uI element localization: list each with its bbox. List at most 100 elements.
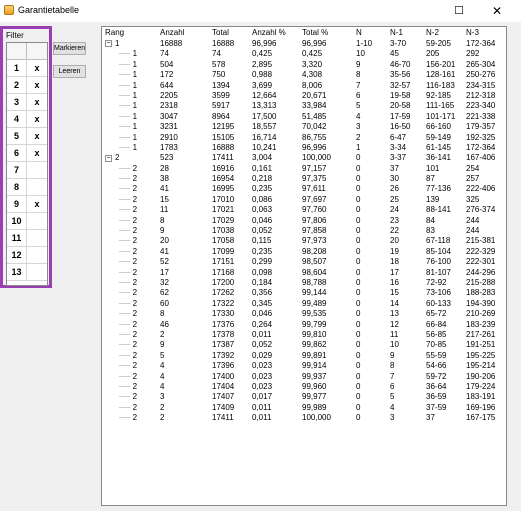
- n-cell: 3: [356, 122, 361, 132]
- table-row[interactable]: ── 2 11 17021 0,063 97,760 0 24 88-141 276-374: [102, 205, 506, 215]
- guarantee-table[interactable]: Rang Anzahl Total Anzahl % Total % N N-1…: [101, 26, 507, 506]
- filter-number: 9: [7, 196, 27, 212]
- table-row[interactable]: ── 1 172 750 0,988 4,308 8 35-56 128-161 250-276: [102, 70, 506, 80]
- total-cell: 17392: [212, 350, 235, 360]
- column-header[interactable]: Total: [212, 27, 229, 39]
- table-row[interactable]: ── 1 3047 8964 17,500 51,485 4 17-59 101-171 221…: [102, 112, 506, 122]
- filter-row[interactable]: 5x: [7, 128, 47, 145]
- leeren-button[interactable]: Leeren: [53, 65, 86, 78]
- filter-mark[interactable]: x: [27, 94, 47, 110]
- markieren-button[interactable]: Markieren: [53, 42, 86, 55]
- n2-cell: 81-107: [426, 267, 451, 277]
- table-row[interactable]: ── 2 8 17330 0,046 99,535 0 13 65-72 210-269: [102, 309, 506, 319]
- table-row[interactable]: ── 2 2 17378 0,011 99,810 0 11 56-85 217-261: [102, 330, 506, 340]
- filter-mark[interactable]: x: [27, 128, 47, 144]
- table-row[interactable]: ── 2 17 17168 0,098 98,604 0 17 81-107 244-296: [102, 268, 506, 278]
- filter-row[interactable]: 3x: [7, 94, 47, 111]
- filter-mark[interactable]: [27, 264, 47, 280]
- anzahl-cell: 4: [160, 361, 165, 371]
- table-row[interactable]: ── 2 5 17392 0,029 99,891 0 9 55-59 195-225: [102, 351, 506, 361]
- close-button[interactable]: ✕: [489, 3, 505, 19]
- table-row[interactable]: ── 2 28 16916 0,161 97,157 0 37 101 254: [102, 164, 506, 174]
- filter-row[interactable]: 6x: [7, 145, 47, 162]
- column-header[interactable]: N-2: [426, 27, 439, 39]
- table-row[interactable]: ── 1 644 1394 3,699 8,006 7 32-57 116-183 234-31…: [102, 81, 506, 91]
- filter-mark[interactable]: [27, 247, 47, 263]
- collapse-icon[interactable]: −: [105, 154, 112, 162]
- table-row[interactable]: ── 2 4 17396 0,023 99,914 0 8 54-66 195-214: [102, 361, 506, 371]
- total-pct-cell: 33,984: [302, 101, 327, 111]
- vertical-scrollbar[interactable]: [508, 27, 521, 506]
- table-row[interactable]: ── 2 9 17387 0,052 99,862 0 10 70-85 191-251: [102, 340, 506, 350]
- filter-mark[interactable]: [27, 179, 47, 195]
- group-row[interactable]: −2 523 17411 3,004 100,000 0 3-37 36-141 167-406: [102, 153, 506, 163]
- filter-row[interactable]: 11: [7, 230, 47, 247]
- filter-row[interactable]: 7: [7, 162, 47, 179]
- table-row[interactable]: ── 2 3 17407 0,017 99,977 0 5 36-59 183-191: [102, 392, 506, 402]
- column-header[interactable]: Total %: [302, 27, 328, 39]
- table-row[interactable]: ── 2 60 17322 0,345 99,489 0 14 60-133 194-390: [102, 299, 506, 309]
- anzahl-cell: 8: [160, 309, 165, 319]
- column-header[interactable]: Anzahl: [160, 27, 184, 39]
- total-pct-cell: 97,697: [302, 194, 327, 204]
- filter-row[interactable]: 12: [7, 247, 47, 264]
- table-row[interactable]: ── 2 4 17404 0,023 99,960 0 6 36-64 179-224: [102, 382, 506, 392]
- filter-mark[interactable]: x: [27, 60, 47, 76]
- filter-mark[interactable]: x: [27, 111, 47, 127]
- filter-grid[interactable]: 1 x 2 x 3 x 4 x 5 x 6 x 7 8 9 x 10 11 12 13: [6, 42, 48, 286]
- maximize-button[interactable]: ☐: [452, 4, 466, 18]
- table-row[interactable]: ── 2 20 17058 0,115 97,973 0 20 67-118 215-381: [102, 236, 506, 246]
- column-header[interactable]: N-1: [390, 27, 403, 39]
- filter-row[interactable]: 2x: [7, 77, 47, 94]
- table-row[interactable]: ── 1 2318 5917 13,313 33,984 5 20-58 111-165 223…: [102, 101, 506, 111]
- table-row[interactable]: ── 2 62 17262 0,356 99,144 0 15 73-106 188-283: [102, 288, 506, 298]
- table-row[interactable]: ── 1 504 578 2,895 3,320 9 46-70 156-201 265-304: [102, 60, 506, 70]
- rang-value: 1: [132, 49, 138, 59]
- anzahl-pct-cell: 17,500: [252, 111, 277, 121]
- table-row[interactable]: ── 2 8 17029 0,046 97,806 0 23 84 244: [102, 216, 506, 226]
- table-row[interactable]: ── 1 1783 16888 10,241 96,996 1 3-34 61-145 172-…: [102, 143, 506, 153]
- table-row[interactable]: ── 2 9 17038 0,052 97,858 0 22 83 244: [102, 226, 506, 236]
- filter-mark[interactable]: [27, 213, 47, 229]
- column-header[interactable]: Rang: [105, 27, 160, 39]
- filter-mark[interactable]: [27, 162, 47, 178]
- table-row[interactable]: ── 2 38 16954 0,218 97,375 0 30 87 257: [102, 174, 506, 184]
- total-cell: 5917: [212, 101, 230, 111]
- group-row[interactable]: −1 16888 16888 96,996 96,996 1-10 3-70 59-205 17…: [102, 39, 506, 49]
- table-row[interactable]: ── 1 74 74 0,425 0,425 10 45 205 292: [102, 49, 506, 59]
- collapse-icon[interactable]: −: [105, 40, 112, 48]
- table-row[interactable]: ── 2 15 17010 0,086 97,697 0 25 139 325: [102, 195, 506, 205]
- anzahl-cell: 9: [160, 340, 165, 350]
- total-cell: 3599: [212, 90, 230, 100]
- filter-mark[interactable]: x: [27, 145, 47, 161]
- filter-row[interactable]: 8: [7, 179, 47, 196]
- filter-row[interactable]: 1x: [7, 60, 47, 77]
- table-row[interactable]: ── 2 4 17400 0,023 99,937 0 7 59-72 190-206: [102, 372, 506, 382]
- filter-mark[interactable]: x: [27, 196, 47, 212]
- filter-row[interactable]: 9x: [7, 196, 47, 213]
- table-row[interactable]: ── 2 2 17411 0,011 100,000 0 3 37 167-175: [102, 413, 506, 423]
- n3-cell: 188-283: [466, 288, 496, 298]
- table-row[interactable]: ── 2 46 17376 0,264 99,799 0 12 66-84 183-239: [102, 320, 506, 330]
- filter-row[interactable]: 4x: [7, 111, 47, 128]
- n2-cell: 37: [426, 413, 435, 423]
- filter-row[interactable]: 13: [7, 264, 47, 281]
- column-header[interactable]: N: [356, 27, 362, 39]
- table-row[interactable]: ── 2 41 16995 0,235 97,611 0 26 77-136 222-406: [102, 184, 506, 194]
- table-row[interactable]: ── 1 2205 3599 12,664 20,671 6 19-58 92-185 212-…: [102, 91, 506, 101]
- table-row[interactable]: ── 2 32 17200 0,184 98,788 0 16 72-92 215-288: [102, 278, 506, 288]
- rang-value: 2: [132, 350, 138, 360]
- column-header[interactable]: Anzahl %: [252, 27, 286, 39]
- table-row[interactable]: ── 2 52 17151 0,299 98,507 0 18 76-100 222-301: [102, 257, 506, 267]
- table-row[interactable]: ── 2 41 17099 0,235 98,208 0 19 85-104 222-329: [102, 247, 506, 257]
- filter-mark[interactable]: x: [27, 77, 47, 93]
- filter-mark[interactable]: [27, 230, 47, 246]
- n2-cell: 59-149: [426, 132, 451, 142]
- anzahl-pct-cell: 0,023: [252, 361, 273, 371]
- table-row[interactable]: ── 1 3231 12195 18,557 70,042 3 16-50 66-160 179…: [102, 122, 506, 132]
- table-row[interactable]: ── 1 2910 15105 16,714 86,755 2 6-47 59-149 192-…: [102, 133, 506, 143]
- column-header[interactable]: N-3: [466, 27, 479, 39]
- filter-row[interactable]: 10: [7, 213, 47, 230]
- tree-connector: ──: [119, 70, 133, 80]
- table-row[interactable]: ── 2 2 17409 0,011 99,989 0 4 37-59 169-196: [102, 403, 506, 413]
